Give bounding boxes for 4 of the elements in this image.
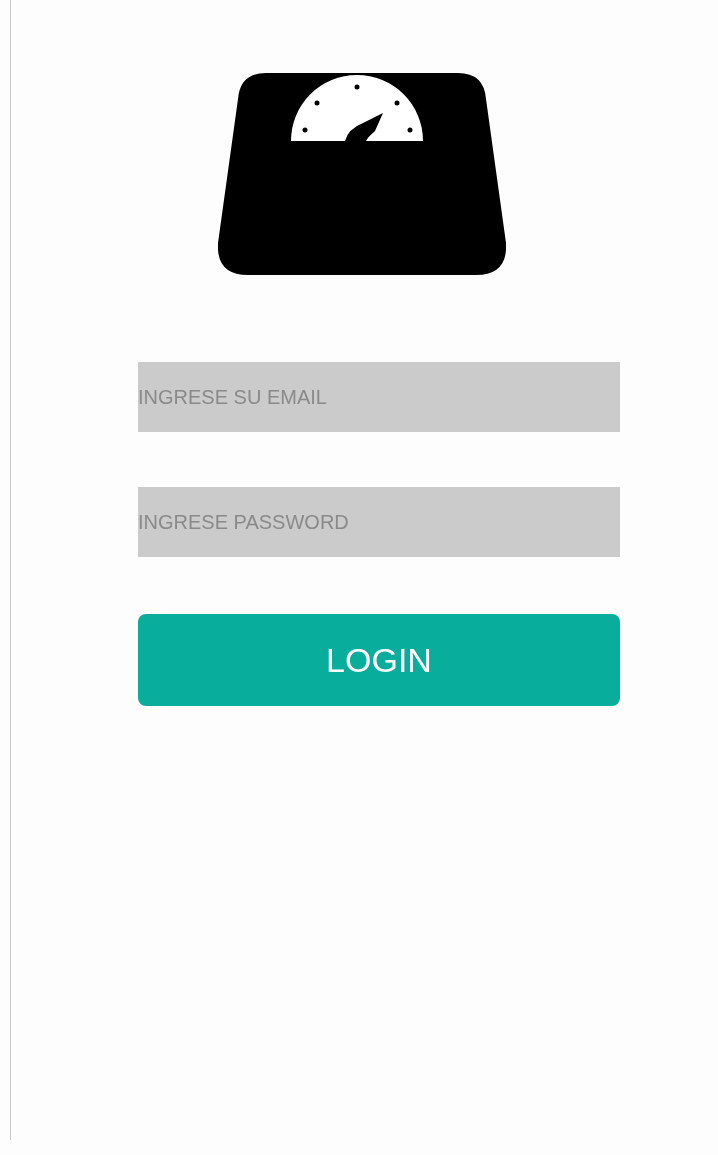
scale-icon <box>218 73 506 275</box>
input-field[interactable]: INGRESE PASSWORD <box>138 487 620 557</box>
input-field[interactable]: INGRESE SU EMAIL <box>138 362 620 432</box>
login-button[interactable]: LOGIN <box>138 614 620 706</box>
